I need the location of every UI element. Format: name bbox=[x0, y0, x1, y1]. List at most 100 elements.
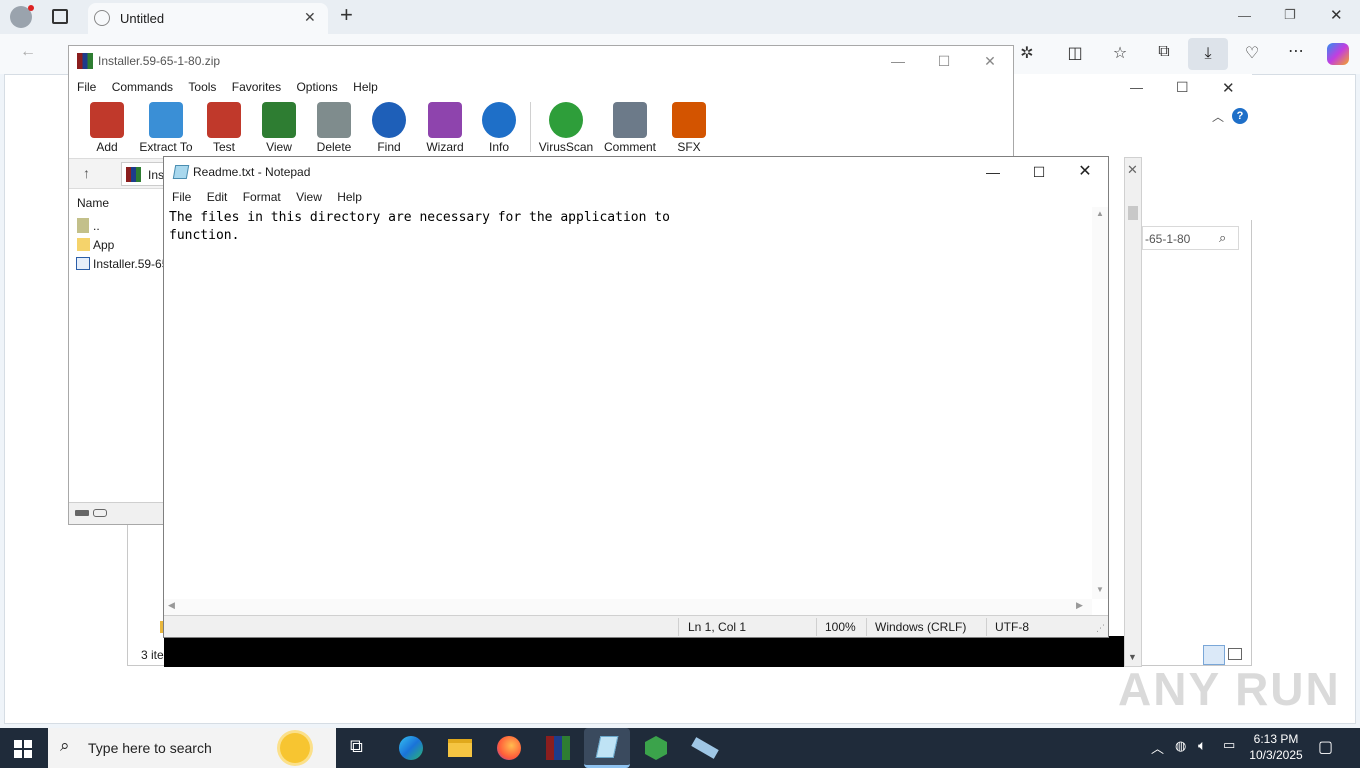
explorer-minimize-button[interactable]: — bbox=[1130, 80, 1143, 95]
close-tab-icon[interactable]: ✕ bbox=[304, 9, 316, 26]
restore-browser-button[interactable]: ❐ bbox=[1284, 7, 1296, 23]
notepad-menu-edit[interactable]: Edit bbox=[207, 187, 228, 207]
delete-button[interactable]: Delete bbox=[304, 102, 364, 154]
show-hidden-icons[interactable]: ︿ bbox=[1151, 738, 1164, 757]
view-button[interactable]: View bbox=[249, 102, 309, 154]
volume-icon[interactable]: 🔈︎ bbox=[1198, 737, 1206, 754]
background-window-scrollbar[interactable]: ✕ ▼ bbox=[1124, 157, 1142, 667]
winrar-menu-options[interactable]: Options bbox=[296, 76, 337, 98]
winrar-menu-bar: File Commands Tools Favorites Options He… bbox=[69, 76, 1013, 98]
new-tab-button[interactable]: + bbox=[340, 2, 353, 28]
notepad-close-button[interactable]: ✕ bbox=[1062, 157, 1108, 187]
network-icon[interactable]: ▭ bbox=[1223, 737, 1235, 753]
comment-button[interactable]: Comment bbox=[600, 102, 660, 154]
winrar-menu-file[interactable]: File bbox=[77, 76, 96, 98]
name-column-header[interactable]: Name bbox=[77, 196, 109, 210]
taskbar: ⌕ Type here to search ⧉ ︿ ◍ 🔈︎ ▭ 6:13 PM… bbox=[0, 728, 1360, 768]
winrar-menu-commands[interactable]: Commands bbox=[112, 76, 173, 98]
favorites-icon[interactable]: ☆ bbox=[1106, 43, 1134, 63]
notepad-maximize-button[interactable]: ☐ bbox=[1016, 157, 1062, 187]
sfx-button[interactable]: SFX bbox=[659, 102, 719, 154]
scroll-left-icon[interactable]: ◀ bbox=[168, 600, 175, 611]
anyrun-watermark: ANY RUN bbox=[1118, 663, 1341, 715]
tab-actions-icon[interactable] bbox=[52, 9, 68, 24]
notepad-title-bar: Readme.txt - Notepad — ☐ ✕ bbox=[164, 157, 1108, 187]
notifications-icon[interactable]: ▢ bbox=[1318, 737, 1333, 757]
tab-untitled[interactable]: Untitled ✕ bbox=[88, 3, 328, 34]
virusscan-bug-icon bbox=[549, 102, 583, 138]
minimize-browser-button[interactable]: — bbox=[1238, 8, 1251, 23]
scroll-down-icon[interactable]: ▼ bbox=[1096, 585, 1104, 594]
notepad-text-area[interactable]: The files in this directory are necessar… bbox=[169, 209, 1089, 599]
list-item[interactable]: Installer.59-65 bbox=[75, 255, 168, 273]
explorer-maximize-button[interactable]: ☐ bbox=[1176, 79, 1189, 96]
extract-to-button[interactable]: Extract To bbox=[136, 102, 196, 154]
winrar-minimize-button[interactable]: — bbox=[875, 46, 921, 76]
comment-label: Comment bbox=[603, 140, 656, 154]
test-clipboard-icon bbox=[207, 102, 241, 138]
download-icon: ⤓ bbox=[1204, 45, 1212, 62]
find-button[interactable]: Find bbox=[359, 102, 419, 154]
add-button[interactable]: Add bbox=[77, 102, 137, 154]
list-item[interactable]: .. bbox=[75, 217, 165, 235]
explorer-close-button[interactable]: ✕ bbox=[1222, 79, 1235, 97]
find-label: Find bbox=[377, 140, 401, 154]
scroll-up-icon[interactable]: ▲ bbox=[1096, 209, 1104, 218]
notepad-minimize-button[interactable]: — bbox=[970, 157, 1016, 187]
notepad-vertical-scrollbar[interactable]: ▲ ▼ bbox=[1092, 207, 1108, 599]
device-icon[interactable]: ◍ bbox=[1175, 738, 1186, 754]
winrar-menu-help[interactable]: Help bbox=[353, 76, 378, 98]
browser-essentials-icon[interactable]: ♡ bbox=[1238, 43, 1266, 63]
up-folder-icon[interactable]: ↑ bbox=[83, 165, 90, 181]
clock[interactable]: 6:13 PM 10/3/2025 bbox=[1248, 731, 1304, 763]
start-button[interactable] bbox=[14, 740, 32, 758]
background-scroll-thumb[interactable] bbox=[1128, 206, 1138, 220]
edge-taskbar-icon[interactable] bbox=[391, 732, 431, 764]
collapse-ribbon-icon[interactable]: ︿ bbox=[1212, 108, 1224, 125]
back-icon[interactable]: ← bbox=[14, 43, 42, 61]
resize-grip-icon[interactable]: ⋰ bbox=[1096, 623, 1105, 634]
folder-up-icon bbox=[77, 218, 89, 233]
wizard-button[interactable]: Wizard bbox=[415, 102, 475, 154]
more-options-icon[interactable]: ⋯ bbox=[1282, 41, 1310, 61]
notepad-menu-file[interactable]: File bbox=[172, 187, 191, 207]
notepad-taskbar-icon[interactable] bbox=[584, 728, 630, 768]
split-screen-icon[interactable]: ◫ bbox=[1061, 43, 1089, 63]
background-scroll-down-icon[interactable]: ▼ bbox=[1128, 652, 1137, 662]
notepad-menu-help[interactable]: Help bbox=[337, 187, 362, 207]
encoding: UTF-8 bbox=[995, 620, 1029, 634]
notepad-horizontal-scrollbar[interactable]: ◀ ▶ bbox=[164, 599, 1092, 615]
help-icon[interactable]: ? bbox=[1232, 108, 1248, 124]
copilot-icon[interactable] bbox=[1327, 43, 1349, 65]
notepad-menu-format[interactable]: Format bbox=[243, 187, 281, 207]
winrar-close-button[interactable]: ✕ bbox=[967, 46, 1013, 76]
taskbar-search-box[interactable]: ⌕ Type here to search bbox=[48, 728, 336, 768]
winrar-taskbar-icon[interactable] bbox=[538, 732, 578, 764]
test-button[interactable]: Test bbox=[194, 102, 254, 154]
drive-icon bbox=[75, 510, 89, 516]
notepad-menu-view[interactable]: View bbox=[296, 187, 322, 207]
explorer-search-box[interactable]: -65-1-80 ⌕ bbox=[1142, 226, 1239, 250]
preview-view-button[interactable] bbox=[1228, 648, 1242, 660]
downloads-button[interactable]: ⤓ bbox=[1188, 38, 1228, 70]
extensions-icon[interactable]: ✲ bbox=[1013, 43, 1041, 63]
collections-icon[interactable]: ⧉ bbox=[1150, 43, 1178, 61]
app-taskbar-icon[interactable] bbox=[636, 732, 676, 764]
windows-icon bbox=[14, 740, 32, 758]
winrar-toolbar: Add Extract To Test View Delete Find Wiz… bbox=[69, 98, 1013, 156]
winrar-maximize-button[interactable]: ☐ bbox=[921, 46, 967, 76]
scroll-right-icon[interactable]: ▶ bbox=[1076, 600, 1083, 611]
background-window-close-icon[interactable]: ✕ bbox=[1127, 162, 1138, 178]
firefox-taskbar-icon[interactable] bbox=[489, 732, 529, 764]
list-item[interactable]: App bbox=[75, 236, 165, 254]
task-view-icon[interactable]: ⧉ bbox=[350, 736, 363, 757]
file-explorer-taskbar-icon[interactable] bbox=[440, 732, 480, 764]
tool-taskbar-icon[interactable] bbox=[685, 732, 725, 764]
winrar-menu-tools[interactable]: Tools bbox=[188, 76, 216, 98]
info-button[interactable]: Info bbox=[469, 102, 529, 154]
close-browser-button[interactable]: ✕ bbox=[1330, 6, 1343, 24]
browser-tab-bar: Untitled ✕ + — ❐ ✕ bbox=[0, 0, 1360, 34]
virusscan-button[interactable]: VirusScan bbox=[536, 102, 596, 154]
info-label: Info bbox=[488, 140, 509, 154]
winrar-menu-favorites[interactable]: Favorites bbox=[232, 76, 281, 98]
